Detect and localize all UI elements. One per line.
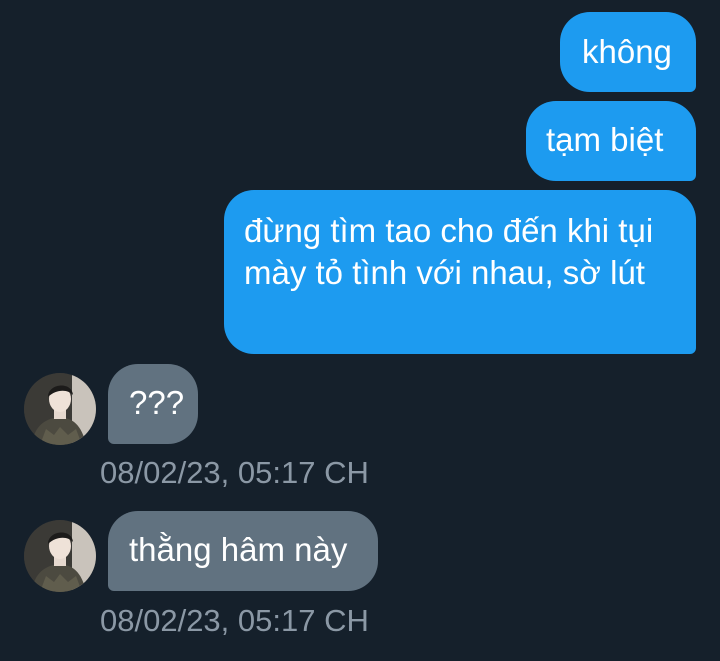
received-message[interactable]: thằng hâm này bbox=[108, 511, 378, 591]
message-timestamp: 08/02/23, 05:17 CH bbox=[100, 603, 369, 638]
user-avatar-icon[interactable] bbox=[24, 373, 96, 445]
sent-message[interactable]: tạm biệt bbox=[526, 101, 696, 181]
conversation-thread: không tạm biệt đừng tìm tao cho đến khi … bbox=[0, 0, 720, 661]
sent-message[interactable]: không bbox=[560, 12, 696, 92]
sent-message[interactable]: đừng tìm tao cho đến khi tụi mày tỏ tình… bbox=[224, 190, 696, 354]
user-avatar-icon[interactable] bbox=[24, 520, 96, 592]
received-message[interactable]: ??? bbox=[108, 364, 198, 444]
message-timestamp: 08/02/23, 05:17 CH bbox=[100, 455, 369, 490]
